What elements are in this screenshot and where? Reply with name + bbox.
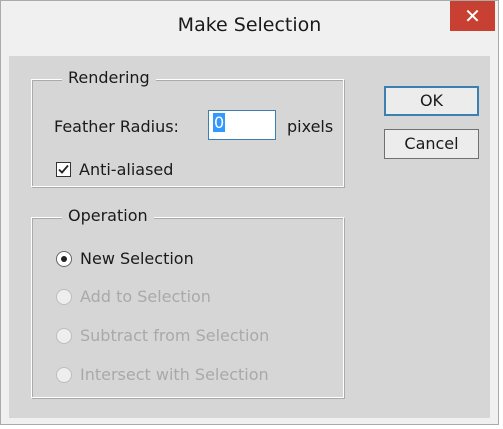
radio-selected-dot [61, 256, 67, 262]
cancel-button[interactable]: Cancel [384, 129, 479, 159]
radio-add-to-selection[interactable] [56, 289, 72, 305]
close-button[interactable]: ✕ [450, 1, 495, 31]
radio-intersect-with-selection[interactable] [56, 367, 72, 383]
close-icon: ✕ [464, 4, 481, 28]
feather-radius-input[interactable]: 0 [208, 110, 276, 140]
make-selection-dialog: Make Selection ✕ Rendering Feather Radiu… [0, 0, 499, 425]
radio-new-selection[interactable] [56, 251, 72, 267]
anti-aliased-label: Anti-aliased [79, 160, 174, 179]
new-selection-label: New Selection [80, 249, 194, 268]
subtract-from-selection-label: Subtract from Selection [80, 326, 270, 345]
add-to-selection-label: Add to Selection [80, 287, 211, 306]
ok-button[interactable]: OK [384, 86, 479, 116]
feather-radius-value: 0 [213, 113, 226, 132]
radio-subtract-from-selection[interactable] [56, 328, 72, 344]
title-bar: Make Selection ✕ [1, 1, 498, 56]
checkmark-icon [58, 164, 69, 174]
feather-radius-label: Feather Radius: [54, 117, 179, 136]
anti-aliased-checkbox[interactable] [56, 162, 71, 177]
dialog-title: Make Selection [177, 14, 322, 36]
rendering-group-title: Rendering [62, 68, 156, 87]
intersect-with-selection-label: Intersect with Selection [80, 365, 269, 384]
feather-radius-unit: pixels [287, 117, 334, 136]
operation-group-title: Operation [62, 206, 154, 225]
dialog-body: Rendering Feather Radius: 0 pixels Anti-… [9, 56, 490, 418]
